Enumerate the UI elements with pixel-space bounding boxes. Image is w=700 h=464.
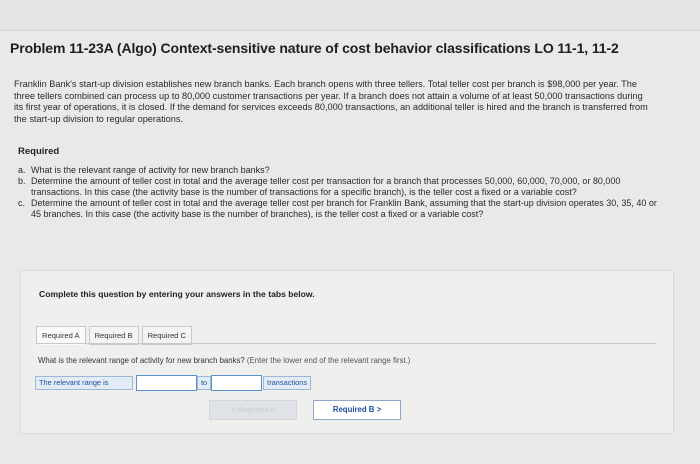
- requirement-a: a. What is the relevant range of activit…: [18, 165, 658, 176]
- requirement-c: c. Determine the amount of teller cost i…: [18, 198, 658, 220]
- requirements-list: a. What is the relevant range of activit…: [18, 165, 658, 220]
- lower-range-input[interactable]: [136, 374, 197, 391]
- requirement-b: b. Determine the amount of teller cost i…: [18, 176, 658, 198]
- requirement-letter: a.: [18, 165, 26, 175]
- tab-divider: [36, 343, 656, 344]
- requirement-letter: c.: [18, 198, 26, 208]
- requirement-text: What is the relevant range of activity f…: [31, 165, 270, 175]
- page: Problem 11-23A (Algo) Context-sensitive …: [0, 0, 700, 464]
- previous-required-button[interactable]: < Required A: [209, 400, 297, 420]
- question-main: What is the relevant range of activity f…: [38, 356, 245, 365]
- requirement-text: Determine the amount of teller cost in t…: [31, 198, 657, 219]
- question-hint: (Enter the lower end of the relevant ran…: [246, 356, 411, 365]
- unit-label: transactions: [263, 375, 312, 390]
- top-bar: [0, 0, 700, 31]
- requirement-text: Determine the amount of teller cost in t…: [31, 176, 621, 197]
- answer-row: The relevant range is to transactions: [35, 374, 312, 391]
- upper-range-input[interactable]: [211, 374, 263, 391]
- problem-description: Franklin Bank's start-up division establ…: [14, 79, 648, 124]
- required-heading: Required: [18, 146, 60, 157]
- requirement-letter: b.: [18, 176, 26, 186]
- problem-title: Problem 11-23A (Algo) Context-sensitive …: [10, 40, 619, 56]
- panel-instruction: Complete this question by entering your …: [39, 289, 315, 299]
- answer-label: The relevant range is: [35, 375, 133, 390]
- answer-panel: Complete this question by entering your …: [20, 270, 674, 434]
- question-text: What is the relevant range of activity f…: [38, 356, 638, 365]
- to-label: to: [197, 375, 212, 390]
- next-required-button[interactable]: Required B >: [313, 400, 401, 420]
